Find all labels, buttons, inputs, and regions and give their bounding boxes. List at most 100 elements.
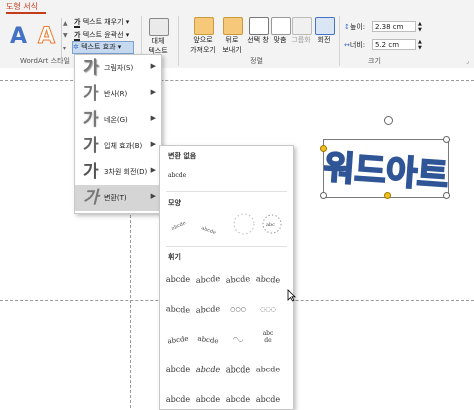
path-arch-down[interactable]: abcde [200,225,216,236]
divider [166,191,287,192]
resize-handle[interactable] [443,136,450,143]
width-label: ↔너비: [344,41,366,49]
warp-ring-inside[interactable]: abcde [164,299,192,321]
warp-circle-pour[interactable]: ○○○ [224,300,252,320]
menu-item-transform[interactable]: 가 변환(T) ▶ [75,185,161,211]
size-group-label: 크기 [368,57,381,65]
glow-icon: 가 [83,110,99,130]
transform-icon: 가 [83,188,99,208]
width-field[interactable]: 5.2 cm [372,39,416,50]
height-stepper[interactable]: ▲ ▼ [418,21,422,33]
adjust-handle[interactable] [320,145,327,152]
warp-triangle-up[interactable]: abcde [194,269,222,291]
path-header: 모양 [168,199,181,207]
rotate-button[interactable]: 회전 [313,17,335,55]
size-dialog-launcher-icon[interactable]: ⌟ [466,58,469,65]
send-backward-icon [223,17,243,35]
wordart-text: 워드아트 [324,147,448,197]
gallery-more-icon[interactable]: ▾ [63,45,66,52]
chevron-right-icon: ▶ [150,62,156,70]
text-fill-button[interactable]: 가 텍스트 채우기 ▾ [74,17,129,28]
arrange-group-label: 정렬 [250,57,263,65]
text-outline-icon: 가 [74,31,81,41]
selection-pane-button[interactable]: 선택 창 [245,17,271,55]
path-circle[interactable] [233,213,255,235]
resize-handle[interactable] [443,192,450,199]
warp-arch-down[interactable]: abcde [193,328,224,352]
selection-pane-icon [249,17,269,35]
gallery-up-icon[interactable]: ▲ [63,20,68,27]
ribbon-separator [178,16,179,66]
warp-chevron-up[interactable]: abcde [223,269,252,291]
text-effects-icon: ✲ [73,43,79,51]
bring-forward-button[interactable]: 앞으로 가져오기 [188,17,218,55]
text-effects-menu: 가 그림자(S) ▶ 가 반사(R) ▶ 가 네온(G) ▶ 가 입체 효과(B… [74,54,162,214]
bring-forward-icon [194,17,214,35]
transform-submenu: 변환 없음 abcde 모양 abcde abcde abc 휘기 abcde … [159,145,294,410]
menu-item-reflection[interactable]: 가 반사(R) ▶ [75,81,161,107]
wordart-style-preset-orange-outline[interactable]: A [37,24,55,50]
warp-header: 휘기 [168,253,181,261]
menu-item-glow[interactable]: 가 네온(G) ▶ [75,107,161,133]
width-stepper[interactable]: ▲ ▼ [418,39,422,51]
resize-handle[interactable] [320,192,327,199]
warp-fade-down[interactable]: abcde [254,390,282,410]
warp-deflate[interactable]: abcde [254,362,282,379]
bevel-icon: 가 [83,136,99,156]
tab-shape-format[interactable]: 도형 서식 [6,1,38,12]
height-label: ↕높이: [344,23,366,31]
path-button-text: abc [266,222,275,228]
warp-wave-1[interactable]: abcde [164,360,192,380]
warp-fade-right[interactable]: abcde [164,390,192,410]
align-button[interactable]: 맞춤 [270,17,291,55]
warp-wave-2[interactable]: abcde [192,360,224,380]
menu-item-shadow[interactable]: 가 그림자(S) ▶ [75,55,161,81]
wordart-group-label: WordArt 스타일 [20,57,70,65]
chevron-right-icon: ▶ [150,192,156,200]
align-icon [271,17,291,35]
alt-text-icon [149,18,169,36]
warp-square[interactable]: abcde [164,270,192,290]
text-outline-button[interactable]: 가 텍스트 윤곽선 ▾ [74,30,129,41]
chevron-right-icon: ▶ [150,140,156,148]
follow-path-presets[interactable]: abcde abcde abc [166,208,288,242]
wordart-style-preset-blue[interactable]: A [10,24,27,49]
rotate-handle-icon[interactable] [384,116,393,125]
warp-chevron-down[interactable]: abcde [253,269,282,291]
warp-button-stack[interactable]: abc de [254,330,282,350]
svg-text:워드아트: 워드아트 [324,148,448,197]
reflection-icon: 가 [83,84,99,104]
rotate-icon [315,17,335,35]
text-effects-button[interactable]: ✲ 텍스트 효과 ▾ [72,41,134,54]
menu-item-3d-rotation[interactable]: 가 3차원 회전(D) ▶ [75,159,161,185]
adjust-handle[interactable] [384,192,391,199]
mouse-cursor-icon [287,289,296,302]
text-fill-icon: 가 [74,18,81,28]
gallery-down-icon[interactable]: ▼ [63,32,68,39]
chevron-right-icon: ▶ [150,114,156,122]
chevron-right-icon: ▶ [150,166,156,174]
wordart-gallery-scroller[interactable]: ▲ ▼ ▾ [61,18,71,58]
ribbon-separator [339,16,340,66]
chevron-right-icon: ▶ [150,88,156,96]
warp-fade-up[interactable]: abcde [224,390,252,410]
menu-item-bevel[interactable]: 가 입체 효과(B) ▶ [75,133,161,159]
warp-fade-left[interactable]: abcde [194,390,222,410]
guide-line-horizontal [0,80,474,81]
path-arch-up[interactable]: abcde [171,220,187,232]
warp-arch[interactable]: abcde [163,328,194,352]
divider [166,246,287,247]
shadow-icon: 가 [83,58,99,78]
send-backward-button[interactable]: 뒤로 보내기 [218,17,246,55]
no-transform-header: 변환 없음 [168,152,197,160]
wordart-selection-box[interactable]: 워드아트 [320,136,450,199]
height-field[interactable]: 2.38 cm [372,21,416,32]
warp-button-pour[interactable]: ◌◌◌ [254,300,282,320]
warp-circle[interactable]: ◠◡ [224,330,252,350]
alt-text-button[interactable]: 대체 텍스트 [146,18,170,58]
warp-inflate[interactable]: abcde [224,358,252,382]
warp-ring-outside[interactable]: abcde [194,299,222,321]
no-transform-option[interactable]: abcde [168,172,186,179]
group-button[interactable]: 그룹화 [290,17,312,55]
3d-rotation-icon: 가 [83,162,99,182]
